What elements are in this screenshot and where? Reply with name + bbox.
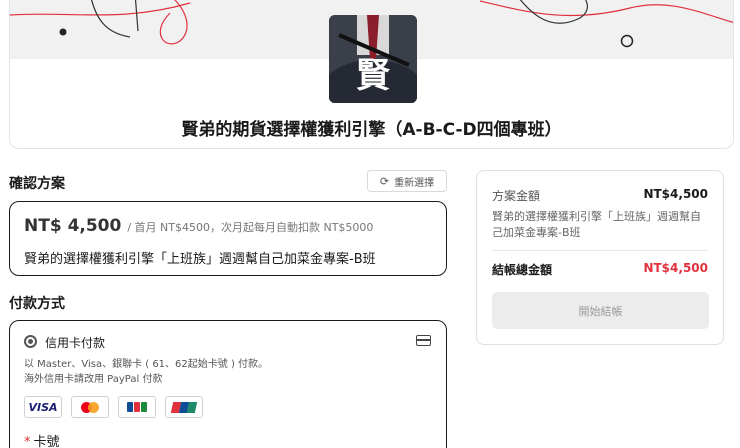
credit-card-radio[interactable]: [24, 335, 37, 348]
unionpay-logo: [165, 396, 203, 418]
payment-desc-line-1: 以 Master、Visa、銀聯卡 ( 61、62起始卡號 ) 付款。: [24, 359, 269, 370]
total-row: 結帳總金額 NT$4,500: [492, 261, 708, 278]
payment-method-card[interactable]: 信用卡付款 以 Master、Visa、銀聯卡 ( 61、62起始卡號 ) 付款…: [9, 320, 447, 448]
plan-name: 賢弟的選擇權獲利引擎「上班族」週週幫自己加菜金專案-B班: [24, 252, 376, 267]
credit-card-icon: [416, 335, 431, 346]
refresh-icon: ⟳: [379, 174, 390, 188]
summary-plan-description: 賢弟的選擇權獲利引擎「上班族」週週幫自己加菜金專案-B班: [492, 210, 701, 239]
jcb-logo: [118, 396, 156, 418]
payment-desc-line-2: 海外信用卡請改用 PayPal 付款: [24, 374, 163, 385]
confirm-plan-heading: 確認方案: [9, 176, 65, 192]
mastercard-logo: [71, 396, 109, 418]
plan-price: NT$ 4,500: [24, 216, 122, 236]
plan-price-row: NT$ 4,500 / 首月 NT$4500，次月起每月自動扣款 NT$5000: [24, 216, 373, 236]
plan-amount-value: NT$4,500: [643, 187, 708, 201]
plan-amount-row: 方案金額 NT$4,500: [492, 187, 708, 204]
course-title: 賢弟的期貨選擇權獲利引擎（A-B-C-D四個專班）: [181, 120, 562, 140]
course-hero: 賢 賢弟的期貨選擇權獲利引擎（A-B-C-D四個專班）: [9, 0, 734, 149]
plan-price-note: / 首月 NT$4500，次月起每月自動扣款 NT$5000: [127, 221, 374, 234]
card-brand-list: VISA: [24, 396, 203, 418]
payment-description: 以 Master、Visa、銀聯卡 ( 61、62起始卡號 ) 付款。 海外信用…: [24, 357, 268, 387]
course-cover-image: 賢: [329, 15, 417, 103]
card-number-label: * 卡號: [24, 435, 60, 448]
visa-logo: VISA: [24, 396, 62, 418]
payment-method-heading: 付款方式: [9, 296, 65, 312]
required-marker: *: [24, 435, 31, 448]
total-value: NT$4,500: [643, 261, 708, 275]
plan-amount-label: 方案金額: [492, 189, 541, 203]
credit-card-option-label: 信用卡付款: [45, 336, 106, 350]
reselect-button[interactable]: ⟳ 重新選擇: [367, 170, 447, 192]
reselect-label: 重新選擇: [394, 177, 435, 189]
checkout-button[interactable]: 開始結帳: [492, 292, 709, 329]
total-label: 結帳總金額: [492, 263, 553, 277]
order-summary: 方案金額 NT$4,500 賢弟的選擇權獲利引擎「上班族」週週幫自己加菜金專案-…: [476, 170, 724, 345]
cover-glyph: 賢: [356, 56, 390, 96]
selected-plan-card[interactable]: NT$ 4,500 / 首月 NT$4500，次月起每月自動扣款 NT$5000…: [9, 201, 447, 276]
summary-divider: [492, 250, 708, 251]
